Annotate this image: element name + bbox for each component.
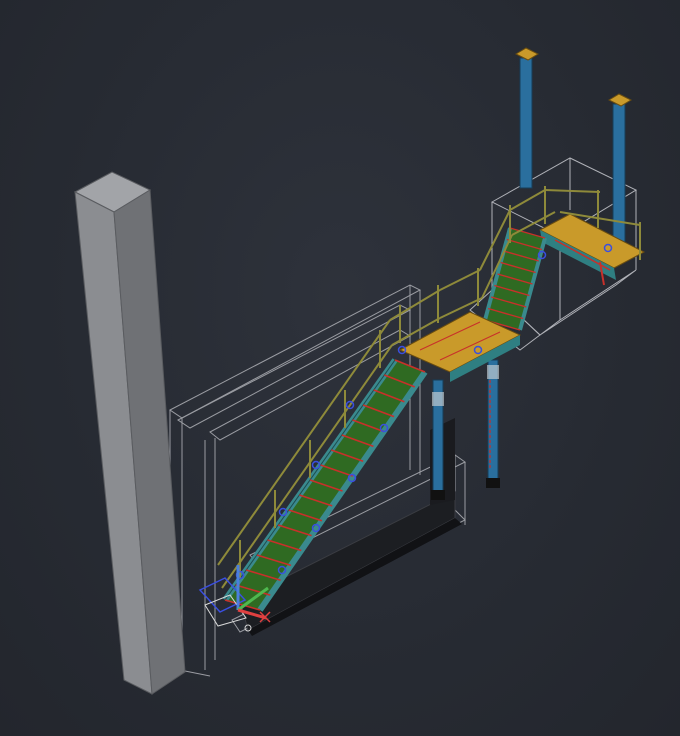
drawing-canvas[interactable] bbox=[0, 0, 680, 736]
concrete-column bbox=[73, 171, 186, 695]
top-platform bbox=[538, 213, 646, 286]
model-viewport[interactable] bbox=[0, 0, 680, 736]
